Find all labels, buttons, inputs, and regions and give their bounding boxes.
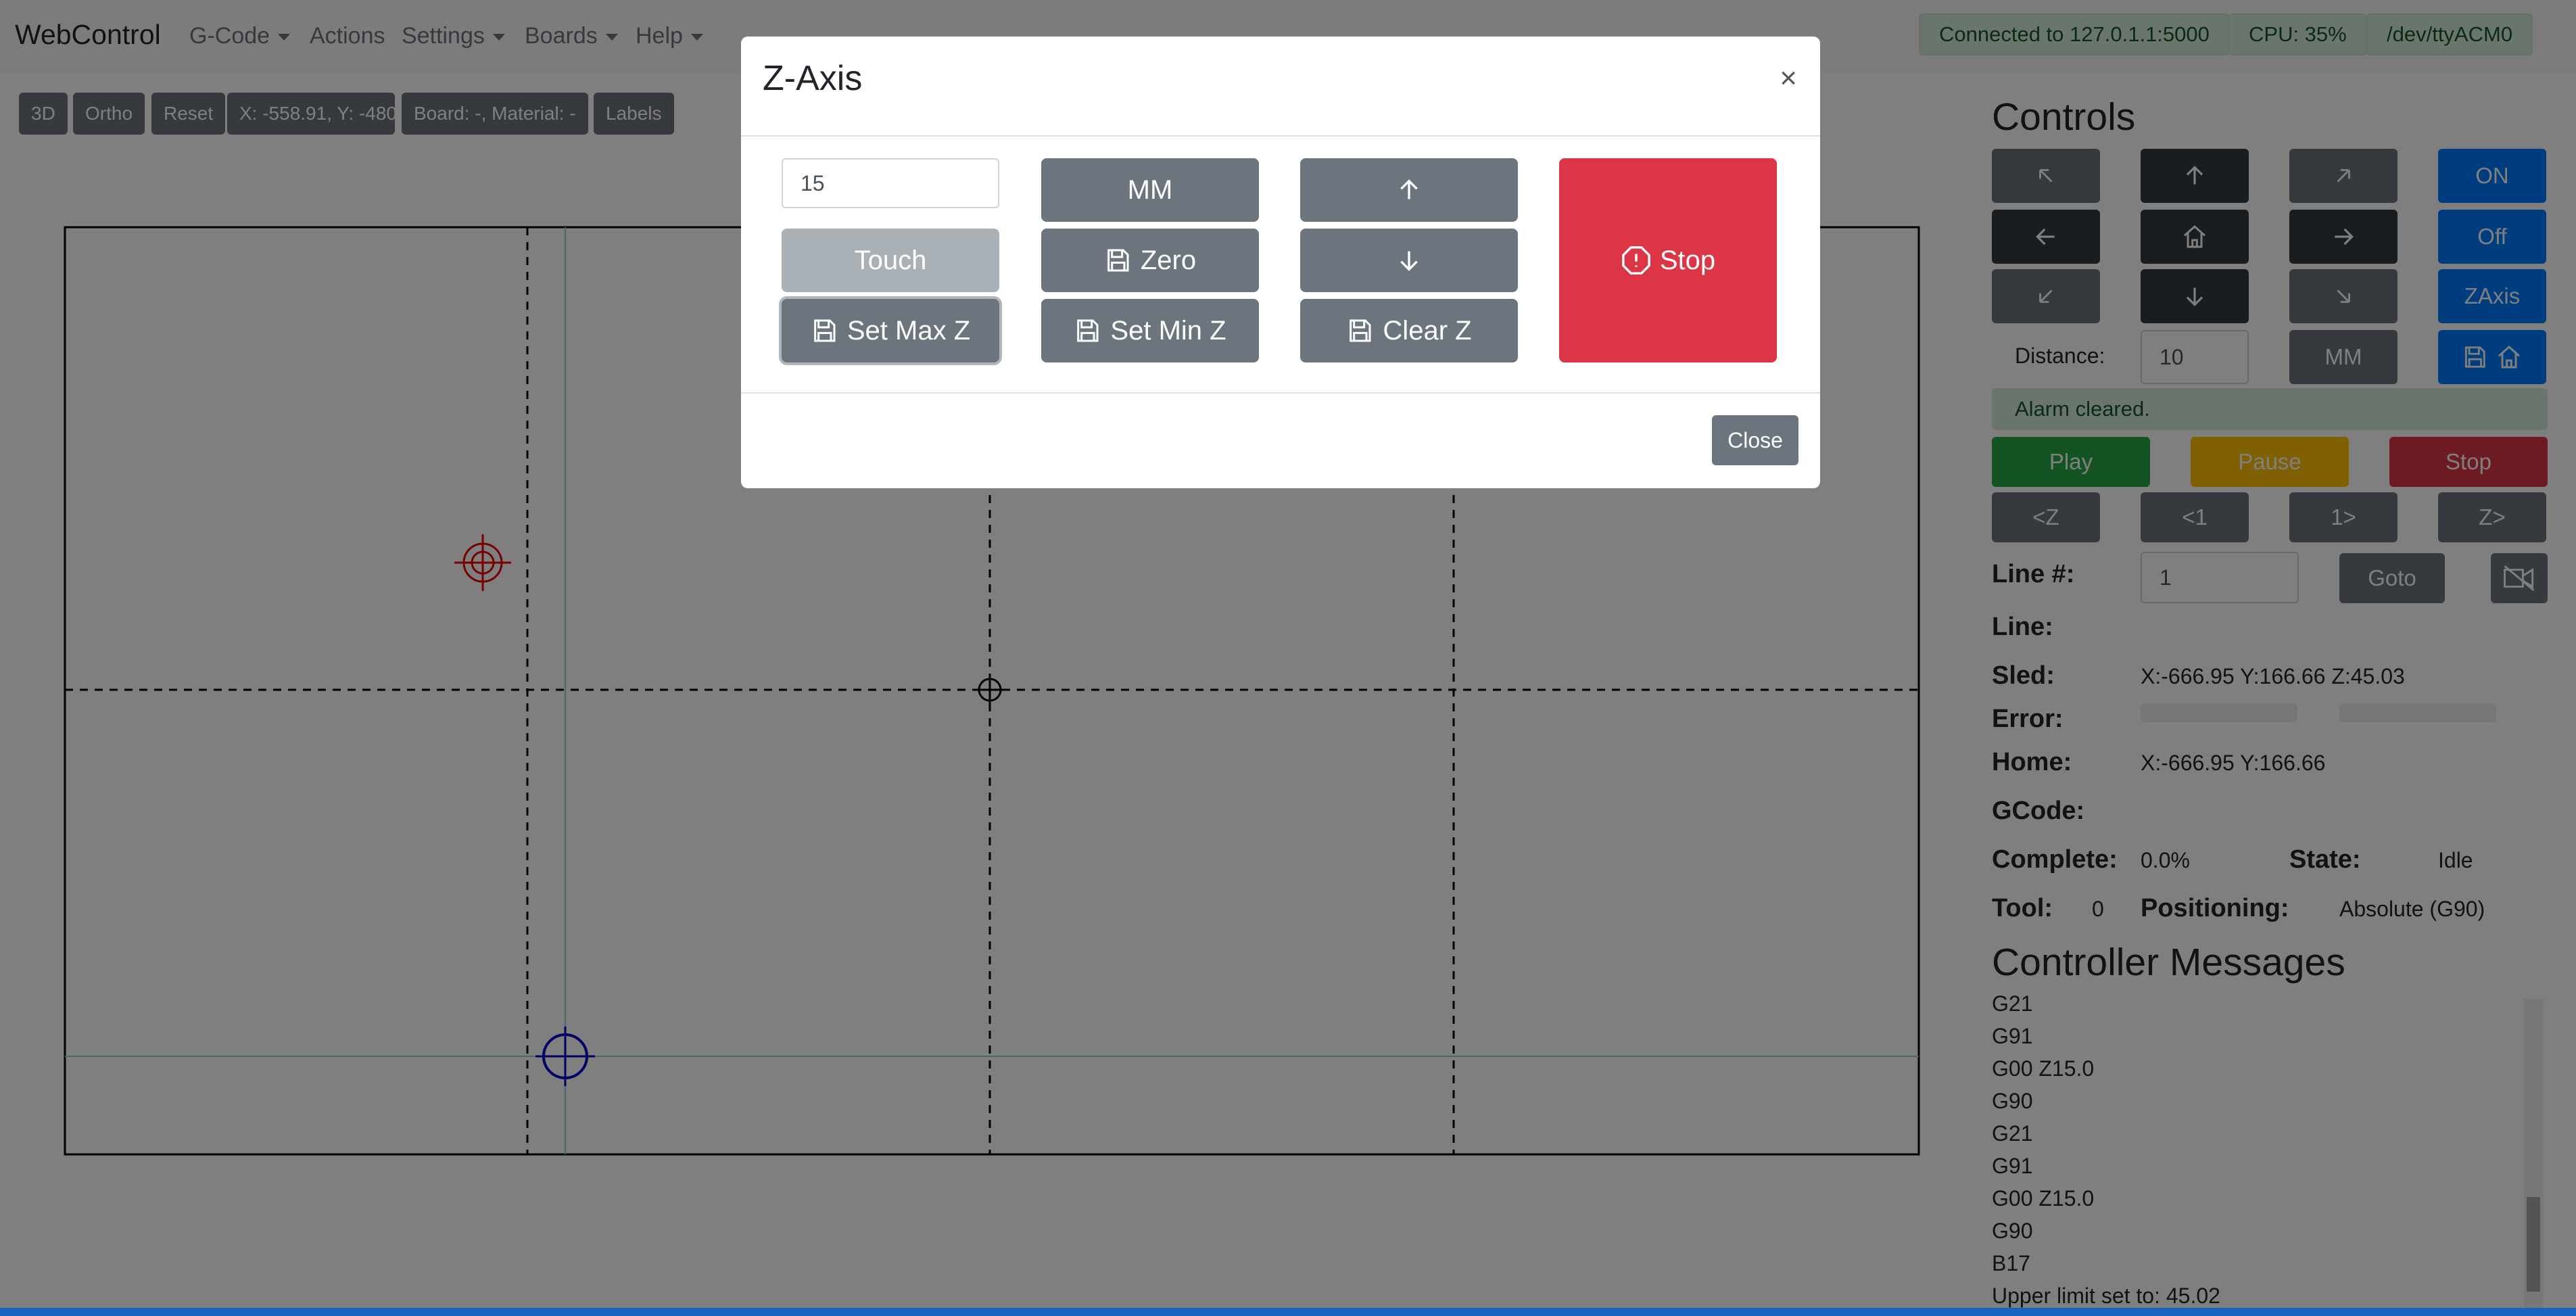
z-lower-button[interactable] [1300,229,1518,292]
close-icon[interactable]: × [1780,64,1797,93]
set-max-z-label: Set Max Z [846,315,971,346]
bottom-status-strip [0,1308,2576,1316]
save-icon [1350,319,1371,342]
arrow-up-icon [1400,179,1418,199]
save-icon [814,319,836,342]
save-icon [1077,319,1099,342]
modal-footer-divider [741,392,1820,394]
z-stop-button[interactable]: Stop [1559,158,1777,362]
z-axis-modal: Z-Axis × 15 MM Stop Touch Zero Set Max Z… [741,37,1820,488]
z-zero-label: Zero [1140,245,1197,275]
touch-button[interactable]: Touch [782,229,999,292]
modal-header-divider [741,135,1820,137]
clear-z-button[interactable]: Clear Z [1300,299,1518,362]
modal-title: Z-Axis [763,59,863,98]
alert-octagon-icon [1621,246,1650,275]
set-min-z-label: Set Min Z [1110,315,1226,346]
z-zero-button[interactable]: Zero [1041,229,1259,292]
z-stop-label: Stop [1659,245,1716,275]
z-units-button[interactable]: MM [1041,158,1259,222]
arrow-down-icon [1400,251,1418,271]
set-min-z-button[interactable]: Set Min Z [1041,299,1259,362]
set-max-z-button[interactable]: Set Max Z [782,299,999,362]
save-icon [1107,249,1129,272]
z-raise-button[interactable] [1300,158,1518,222]
modal-close-button[interactable]: Close [1712,415,1798,465]
z-distance-input[interactable]: 15 [782,158,999,208]
clear-z-label: Clear Z [1383,315,1472,346]
